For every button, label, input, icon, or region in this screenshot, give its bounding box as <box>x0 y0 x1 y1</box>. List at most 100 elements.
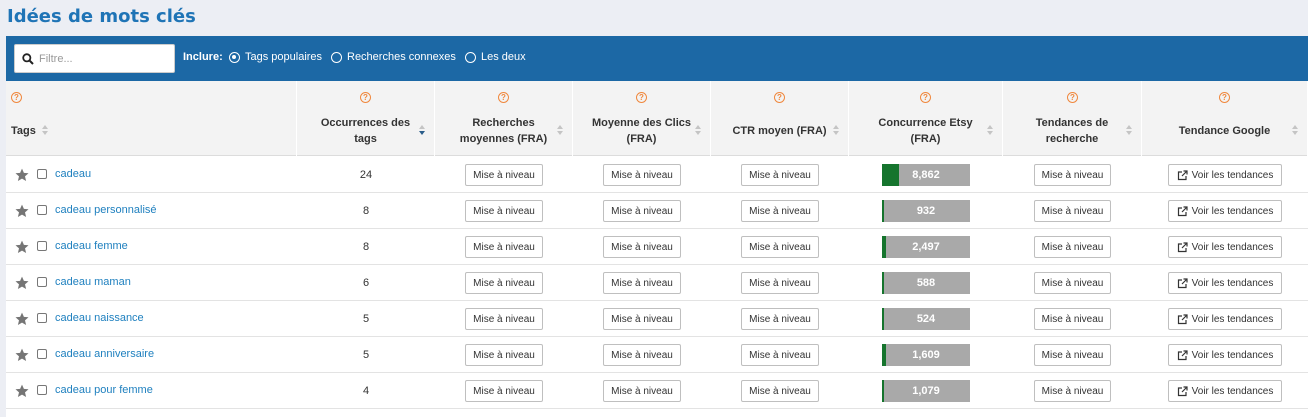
sort-icon[interactable] <box>695 125 702 137</box>
google-trend-cell: Voir les tendances <box>1142 337 1308 373</box>
tag-link[interactable]: cadeau personnalisé <box>55 204 157 216</box>
tag-cell: cadeau personnalisé <box>6 193 297 229</box>
help-icon[interactable]: ? <box>1219 92 1230 103</box>
upgrade-button[interactable]: Mise à niveau <box>465 308 543 330</box>
upgrade-button[interactable]: Mise à niveau <box>603 272 681 294</box>
star-icon[interactable] <box>15 204 29 218</box>
upgrade-button[interactable]: Mise à niveau <box>1033 344 1112 366</box>
column-header-avg-searches[interactable]: ? Recherches moyennes (FRA) <box>435 81 573 156</box>
upgrade-button[interactable]: Mise à niveau <box>1033 164 1112 186</box>
row-checkbox[interactable] <box>37 313 47 323</box>
upgrade-button[interactable]: Mise à niveau <box>465 272 543 294</box>
star-icon[interactable] <box>15 384 29 398</box>
star-icon[interactable] <box>15 168 29 182</box>
column-header-occurrences[interactable]: ? Occurrences des tags <box>297 81 435 156</box>
column-header-avg-ctr[interactable]: ? CTR moyen (FRA) <box>711 81 849 156</box>
view-trends-button[interactable]: Voir les tendances <box>1167 200 1283 222</box>
sort-icon[interactable] <box>419 125 426 137</box>
upgrade-button[interactable]: Mise à niveau <box>741 236 819 258</box>
radio-both[interactable]: Les deux <box>465 50 526 64</box>
competition-cell: 524 <box>849 301 1003 337</box>
upgrade-button[interactable]: Mise à niveau <box>603 344 681 366</box>
radio-label: Tags populaires <box>245 51 323 63</box>
sort-icon[interactable] <box>833 125 840 137</box>
occurrences-cell: 8 <box>362 241 370 253</box>
competition-value: 1,609 <box>912 349 940 361</box>
help-icon[interactable]: ? <box>774 92 785 103</box>
row-checkbox[interactable] <box>37 385 47 395</box>
tag-link[interactable]: cadeau pour femme <box>55 384 153 396</box>
radio-popular-tags[interactable]: Tags populaires <box>229 50 322 64</box>
star-icon[interactable] <box>15 312 29 326</box>
row-checkbox[interactable] <box>37 349 47 359</box>
row-checkbox[interactable] <box>37 277 47 287</box>
sort-icon[interactable] <box>42 125 49 137</box>
upgrade-button[interactable]: Mise à niveau <box>603 236 681 258</box>
row-checkbox[interactable] <box>37 169 47 179</box>
sort-icon[interactable] <box>987 125 994 137</box>
row-checkbox[interactable] <box>37 241 47 251</box>
row-checkbox[interactable] <box>37 205 47 215</box>
upgrade-button[interactable]: Mise à niveau <box>465 344 543 366</box>
upgrade-button[interactable]: Mise à niveau <box>1033 272 1112 294</box>
upgrade-button[interactable]: Mise à niveau <box>1033 236 1112 258</box>
tag-cell: cadeau maman <box>6 265 297 301</box>
sort-icon[interactable] <box>1292 125 1299 137</box>
upgrade-button[interactable]: Mise à niveau <box>741 200 819 222</box>
tag-link[interactable]: cadeau femme <box>55 240 128 252</box>
tag-link[interactable]: cadeau anniversaire <box>55 348 154 360</box>
tag-link[interactable]: cadeau <box>55 168 91 180</box>
filter-input[interactable] <box>39 49 169 69</box>
view-trends-button[interactable]: Voir les tendances <box>1167 380 1283 402</box>
upgrade-button[interactable]: Mise à niveau <box>603 200 681 222</box>
upgrade-button[interactable]: Mise à niveau <box>741 380 819 402</box>
upgrade-button[interactable]: Mise à niveau <box>1033 380 1112 402</box>
upgrade-cell: Mise à niveau <box>711 337 849 373</box>
help-icon[interactable]: ? <box>1067 92 1078 103</box>
help-icon[interactable]: ? <box>11 92 22 103</box>
filter-field[interactable] <box>14 44 175 73</box>
star-icon[interactable] <box>15 240 29 254</box>
column-header-etsy-competition[interactable]: ? Concurrence Etsy (FRA) <box>849 81 1003 156</box>
tag-cell: cadeau femme <box>6 229 297 265</box>
tag-link[interactable]: cadeau maman <box>55 276 131 288</box>
upgrade-button[interactable]: Mise à niveau <box>465 380 543 402</box>
upgrade-button[interactable]: Mise à niveau <box>465 236 543 258</box>
occurrences-cell: 6 <box>362 277 370 289</box>
star-icon[interactable] <box>15 348 29 362</box>
upgrade-button[interactable]: Mise à niveau <box>741 344 819 366</box>
column-header-google-trend[interactable]: ? Tendance Google <box>1142 81 1308 156</box>
view-trends-button[interactable]: Voir les tendances <box>1167 272 1283 294</box>
view-trends-button[interactable]: Voir les tendances <box>1167 308 1283 330</box>
column-header-avg-clicks[interactable]: ? Moyenne des Clics (FRA) <box>573 81 711 156</box>
help-icon[interactable]: ? <box>360 92 371 103</box>
upgrade-button[interactable]: Mise à niveau <box>741 272 819 294</box>
upgrade-cell: Mise à niveau <box>711 265 849 301</box>
view-trends-button[interactable]: Voir les tendances <box>1167 236 1283 258</box>
help-icon[interactable]: ? <box>920 92 931 103</box>
help-icon[interactable]: ? <box>636 92 647 103</box>
upgrade-button[interactable]: Mise à niveau <box>1033 200 1112 222</box>
upgrade-button[interactable]: Mise à niveau <box>741 164 819 186</box>
upgrade-button[interactable]: Mise à niveau <box>741 308 819 330</box>
table-header: ? Tags? Occurrences des tags? Recherches mo… <box>6 81 1308 156</box>
upgrade-button[interactable]: Mise à niveau <box>465 200 543 222</box>
table-row: cadeau naissance 5 Mise à niveau Mise à niv… <box>6 301 1308 337</box>
tag-link[interactable]: cadeau naissance <box>55 312 144 324</box>
view-trends-button[interactable]: Voir les tendances <box>1167 344 1283 366</box>
competition-bar: 1,079 <box>882 380 970 402</box>
upgrade-button[interactable]: Mise à niveau <box>465 164 543 186</box>
column-header-tags[interactable]: ? Tags <box>6 81 297 156</box>
help-icon[interactable]: ? <box>498 92 509 103</box>
upgrade-button[interactable]: Mise à niveau <box>603 380 681 402</box>
upgrade-button[interactable]: Mise à niveau <box>603 164 681 186</box>
sort-icon[interactable] <box>557 125 564 137</box>
star-icon[interactable] <box>15 276 29 290</box>
view-trends-button[interactable]: Voir les tendances <box>1167 164 1283 186</box>
radio-related-searches[interactable]: Recherches connexes <box>331 50 456 64</box>
upgrade-button[interactable]: Mise à niveau <box>603 308 681 330</box>
upgrade-button[interactable]: Mise à niveau <box>1033 308 1112 330</box>
column-header-search-trends[interactable]: ? Tendances de recherche <box>1003 81 1142 156</box>
sort-icon[interactable] <box>1126 125 1133 137</box>
upgrade-cell: Mise à niveau <box>711 373 849 409</box>
